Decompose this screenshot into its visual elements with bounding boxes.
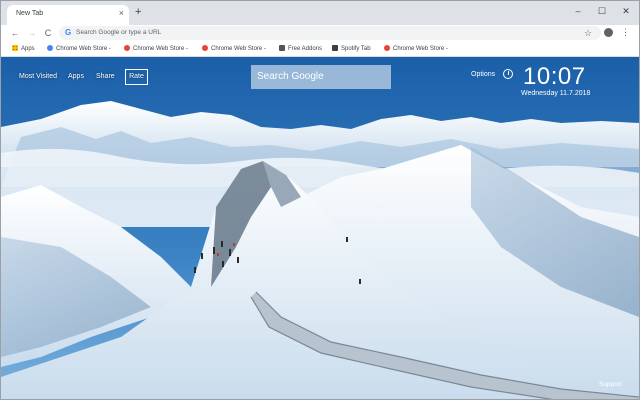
share-link[interactable]: Share bbox=[96, 73, 115, 80]
browser-window: New Tab × + – ☐ ✕ ← → C G Search Google … bbox=[0, 0, 640, 400]
bookmark-spotify-tab[interactable]: Spotify Tab bbox=[332, 44, 371, 54]
chrome-web-store-icon bbox=[384, 45, 390, 51]
tab-close-icon[interactable]: × bbox=[119, 8, 124, 18]
google-g-icon: G bbox=[65, 28, 72, 37]
new-tab-page: Most Visited Apps Share Rate Search Goog… bbox=[1, 57, 639, 399]
apps-grid-icon bbox=[12, 45, 18, 51]
chrome-web-store-icon bbox=[124, 45, 130, 51]
clock-icon[interactable] bbox=[503, 69, 513, 79]
spotify-tab-icon bbox=[332, 45, 338, 51]
maximize-button[interactable]: ☐ bbox=[591, 3, 613, 19]
mountain-background-image bbox=[1, 57, 639, 399]
bookmark-label: Chrome Web Store - bbox=[56, 46, 111, 52]
bookmarks-bar: Apps Chrome Web Store - Chrome Web Store… bbox=[1, 41, 639, 57]
search-input[interactable]: Search Google bbox=[251, 65, 391, 89]
chrome-web-store-icon bbox=[202, 45, 208, 51]
bookmark-label: Free Addons bbox=[288, 46, 323, 52]
bookmark-label: Chrome Web Store - bbox=[211, 46, 266, 52]
address-bar-placeholder: Search Google or type a URL bbox=[76, 29, 162, 36]
apps-link[interactable]: Apps bbox=[68, 73, 84, 80]
new-tab-button[interactable]: + bbox=[135, 6, 141, 18]
support-link[interactable]: Support bbox=[599, 381, 622, 388]
tab-strip: New Tab × + – ☐ ✕ bbox=[1, 1, 639, 25]
bookmark-chrome-web-store[interactable]: Chrome Web Store - bbox=[202, 44, 266, 54]
search-placeholder: Search Google bbox=[257, 71, 324, 82]
back-arrow-icon[interactable]: ← bbox=[9, 27, 21, 39]
options-link[interactable]: Options bbox=[471, 71, 495, 78]
forward-arrow-icon[interactable]: → bbox=[26, 27, 38, 39]
bookmark-chrome-web-store[interactable]: Chrome Web Store - bbox=[124, 44, 188, 54]
tab-new-tab[interactable]: New Tab × bbox=[7, 5, 129, 25]
close-window-button[interactable]: ✕ bbox=[615, 3, 637, 19]
rate-button[interactable]: Rate bbox=[125, 69, 148, 85]
bookmark-free-addons[interactable]: Free Addons bbox=[279, 44, 322, 54]
tab-title: New Tab bbox=[16, 10, 44, 17]
bookmark-label: Spotify Tab bbox=[341, 46, 371, 52]
address-bar[interactable]: G Search Google or type a URL bbox=[59, 26, 601, 40]
bookmark-star-icon[interactable]: ☆ bbox=[584, 27, 592, 39]
browser-toolbar: ← → C G Search Google or type a URL ☆ ⋮ bbox=[1, 25, 639, 41]
menu-kebab-icon[interactable]: ⋮ bbox=[621, 26, 630, 38]
bookmark-label: Chrome Web Store - bbox=[133, 46, 188, 52]
minimize-button[interactable]: – bbox=[567, 3, 589, 19]
clock-time: 10:07 bbox=[523, 63, 586, 90]
bookmark-chrome-web-store[interactable]: Chrome Web Store - bbox=[47, 44, 111, 54]
bookmark-label: Chrome Web Store - bbox=[393, 46, 448, 52]
most-visited-link[interactable]: Most Visited bbox=[19, 73, 57, 80]
clock-date: Wednesday 11.7.2018 bbox=[521, 90, 591, 97]
chrome-web-store-icon bbox=[47, 45, 53, 51]
bookmark-label: Apps bbox=[21, 46, 35, 52]
free-addons-icon bbox=[279, 45, 285, 51]
profile-avatar-icon[interactable] bbox=[604, 28, 613, 37]
bookmark-apps[interactable]: Apps bbox=[12, 44, 35, 54]
reload-icon[interactable]: C bbox=[42, 27, 54, 39]
bookmark-chrome-web-store[interactable]: Chrome Web Store - bbox=[384, 44, 448, 54]
